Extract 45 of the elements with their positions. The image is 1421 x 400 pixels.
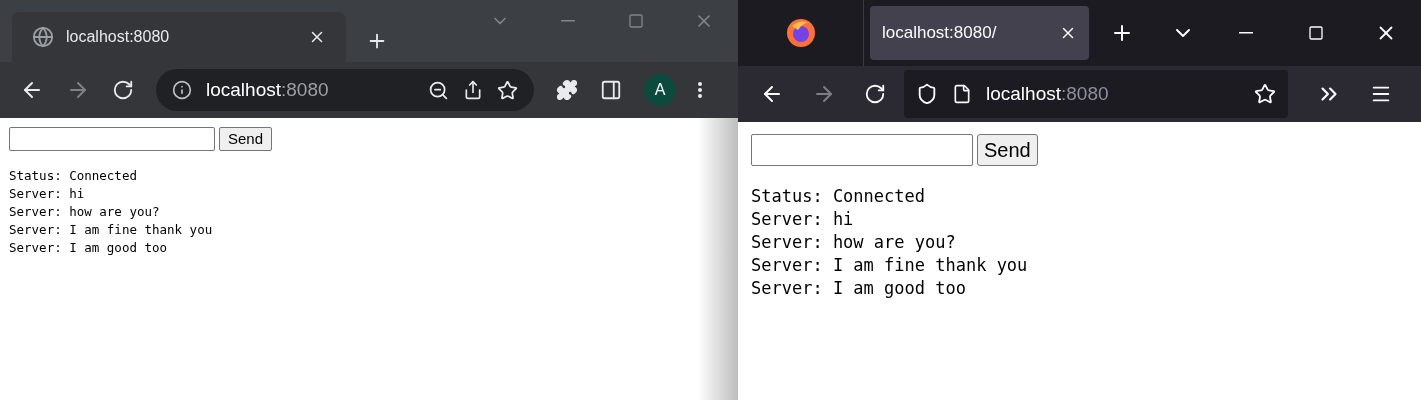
- browser-tab[interactable]: localhost:8080/: [870, 6, 1089, 60]
- log-line: Status: Connected: [751, 185, 925, 208]
- log-line: Server: hi: [9, 185, 85, 203]
- message-field[interactable]: [9, 127, 215, 151]
- address-bar[interactable]: localhost:8080: [904, 70, 1288, 118]
- browser-logo-icon: [785, 18, 816, 48]
- star-icon: [497, 79, 518, 101]
- zoom-out-icon: [428, 79, 449, 101]
- url-text: localhost:8080: [206, 77, 330, 102]
- share-icon: [463, 80, 483, 100]
- tab-title: localhost:8080/: [882, 22, 998, 45]
- globe-icon: [32, 26, 54, 48]
- address-bar[interactable]: localhost:8080: [156, 69, 534, 111]
- log-line: Server: how are you?: [9, 203, 160, 221]
- send-button[interactable]: Send: [977, 134, 1038, 166]
- tab-title: localhost:8080: [66, 27, 171, 47]
- more-icon: [698, 82, 702, 98]
- reload-icon: [864, 83, 886, 105]
- log-line: Server: I am good too: [9, 239, 168, 257]
- minimize-icon: [561, 20, 575, 22]
- send-button[interactable]: Send: [219, 127, 273, 151]
- puzzle-icon: [556, 79, 578, 101]
- page-icon: [952, 84, 972, 104]
- reload-icon: [112, 79, 134, 101]
- side-panel-icon: [600, 79, 622, 101]
- maximize-icon: [1308, 25, 1324, 41]
- more-button[interactable]: [698, 79, 702, 101]
- log-line: Server: I am fine thank you: [9, 221, 213, 239]
- minimize-icon: [1239, 32, 1253, 34]
- reload-button[interactable]: [112, 79, 134, 101]
- info-icon: [172, 80, 192, 100]
- log-line: Status: Connected: [9, 167, 137, 185]
- shield-icon: [916, 83, 938, 105]
- url-text: localhost:8080: [986, 81, 1110, 106]
- log-line: Server: how are you?: [751, 231, 956, 254]
- browser-tab[interactable]: localhost:8080: [12, 12, 346, 62]
- star-icon: [1254, 83, 1276, 105]
- extensions-button[interactable]: [556, 79, 578, 101]
- maximize-icon: [628, 13, 644, 29]
- side-panel-button[interactable]: [600, 79, 622, 101]
- log-line: Server: I am fine thank you: [751, 254, 1028, 277]
- log-line: Server: I am good too: [751, 277, 966, 300]
- message-field[interactable]: [751, 134, 973, 166]
- log-line: Server: hi: [751, 208, 854, 231]
- profile-avatar[interactable]: A: [644, 74, 676, 106]
